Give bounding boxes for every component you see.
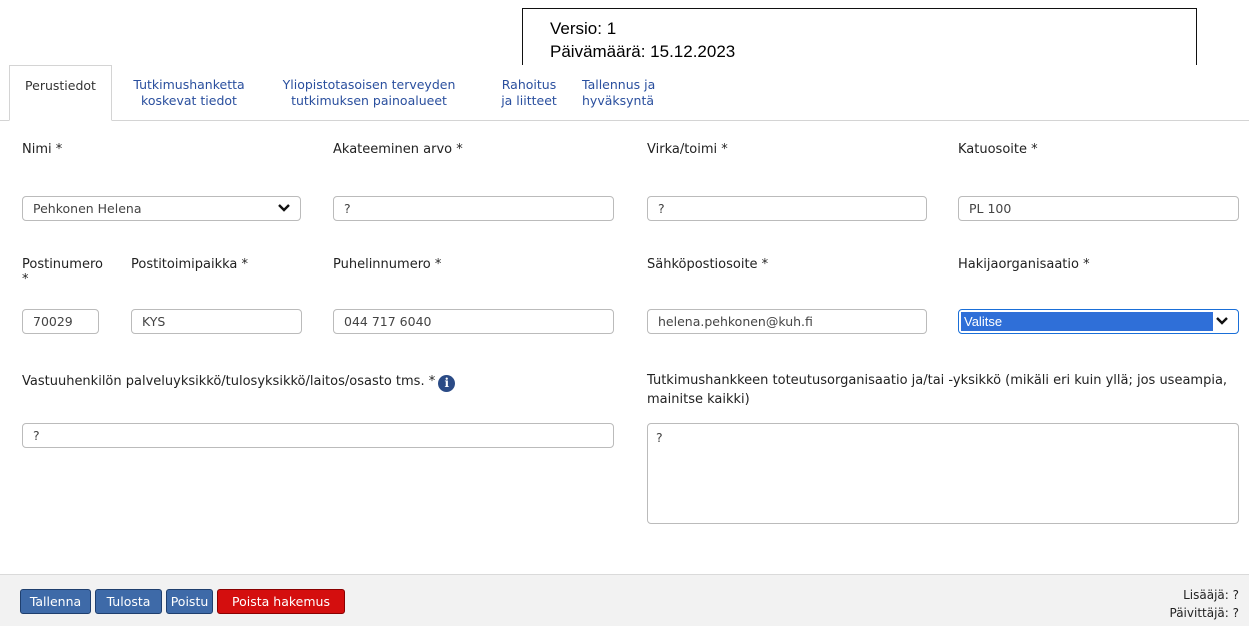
save-button[interactable]: Tallenna [20, 589, 91, 614]
exit-button[interactable]: Poistu [166, 589, 213, 614]
katuosoite-label: Katuosoite * [958, 142, 1038, 157]
virka-label: Virka/toimi * [647, 142, 728, 157]
hakijaorganisaatio-label: Hakijaorganisaatio * [958, 257, 1090, 272]
date-text: Päivämäärä: 15.12.2023 [550, 42, 736, 61]
hakijaorganisaatio-value: Valitse [961, 312, 1213, 331]
tab-label: tutkimuksen painoalueet [291, 93, 447, 108]
tab-perustiedot[interactable]: Perustiedot [9, 65, 112, 121]
sahkoposti-input[interactable] [647, 309, 927, 334]
tab-painoalueet[interactable]: Yliopistotasoisen terveyden tutkimuksen … [262, 65, 476, 120]
toteutusorganisaatio-textarea[interactable]: ? [647, 423, 1239, 524]
postinumero-label-text: Postinumero [22, 257, 103, 272]
tab-rahoitus[interactable]: Rahoitus ja liitteet [489, 65, 569, 120]
toteutusorganisaatio-label-line1: Tutkimushankkeen toteutusorganisaatio ja… [647, 373, 1228, 388]
akateeminen-arvo-label: Akateeminen arvo * [333, 142, 463, 157]
tab-label: hyväksyntä [582, 93, 655, 108]
info-icon[interactable]: i [438, 375, 456, 392]
nimi-value: Pehkonen Helena [33, 201, 142, 216]
updated-by-text: Päivittäjä: ? [1169, 606, 1240, 620]
delete-application-button[interactable]: Poista hakemus [217, 589, 345, 614]
tab-label: koskevat tiedot [141, 93, 237, 108]
tab-label: Perustiedot [25, 78, 96, 93]
katuosoite-input[interactable] [958, 196, 1239, 221]
hakijaorganisaatio-select[interactable]: Valitse [958, 309, 1239, 334]
puhelin-label: Puhelinnumero * [333, 257, 442, 272]
nimi-label: Nimi * [22, 142, 63, 157]
puhelin-input[interactable] [333, 309, 614, 334]
vastuuyksikko-label: Vastuuhenkilön palveluyksikkö/tulosyksik… [22, 373, 456, 392]
tab-label: Rahoitus [501, 77, 557, 92]
document-version-box: Versio: 1 Päivämäärä: 15.12.2023 [522, 8, 1197, 66]
postinumero-input[interactable] [22, 309, 99, 334]
virka-input[interactable] [647, 196, 927, 221]
sahkoposti-label: Sähköpostiosoite * [647, 257, 769, 272]
tab-bar: Perustiedot Tutkimushanketta koskevat ti… [0, 65, 1249, 121]
tab-label: Tallennus ja [582, 77, 656, 92]
added-by-text: Lisääjä: ? [1183, 588, 1239, 602]
chevron-down-icon [1216, 317, 1228, 325]
postitoimipaikka-label: Postitoimipaikka * [131, 257, 249, 272]
postitoimipaikka-input[interactable] [131, 309, 302, 334]
toteutusorganisaatio-label: Tutkimushankkeen toteutusorganisaatio ja… [647, 371, 1227, 409]
toteutusorganisaatio-label-line2: mainitse kaikki) [647, 392, 750, 407]
akateeminen-arvo-input[interactable] [333, 196, 614, 221]
version-text: Versio: 1 [550, 19, 617, 38]
tab-label: ja liitteet [501, 93, 557, 108]
tab-label: Yliopistotasoisen terveyden [282, 77, 456, 92]
tab-label: Tutkimushanketta [133, 77, 245, 92]
footer-bar: Tallenna Tulosta Poistu Poista hakemus L… [0, 574, 1249, 626]
print-button[interactable]: Tulosta [95, 589, 162, 614]
tab-tallennus[interactable]: Tallennus ja hyväksyntä [582, 65, 678, 120]
nimi-select[interactable]: Pehkonen Helena [22, 196, 301, 221]
tab-tutkimushanke[interactable]: Tutkimushanketta koskevat tiedot [122, 65, 256, 120]
chevron-down-icon [278, 204, 290, 212]
vastuuyksikko-input[interactable] [22, 423, 614, 448]
vastuuyksikko-label-text: Vastuuhenkilön palveluyksikkö/tulosyksik… [22, 374, 436, 389]
postinumero-label: Postinumero * [22, 256, 103, 289]
